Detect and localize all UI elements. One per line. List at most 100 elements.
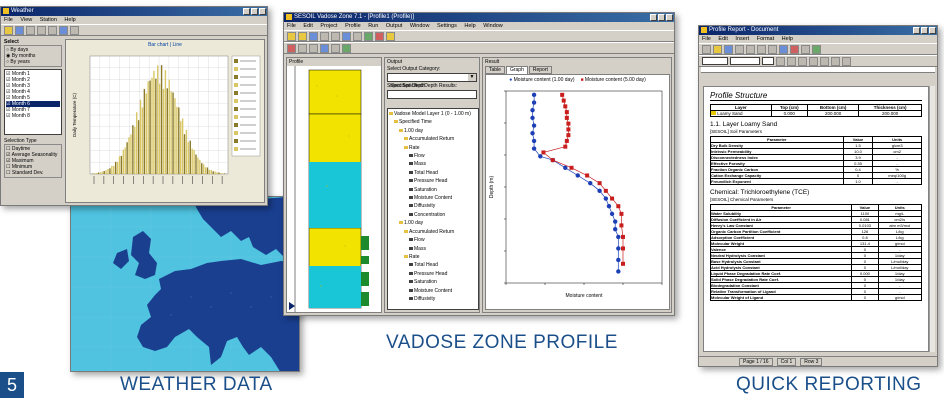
tab-report[interactable]: Report [528,66,552,74]
tree-item[interactable]: Pressure Head [389,270,477,278]
menu-file[interactable]: File [702,36,711,42]
tree-item[interactable]: Concentration [389,211,477,219]
properties-icon[interactable] [331,43,340,53]
maximize-button[interactable] [658,14,665,21]
copy-icon[interactable] [768,44,777,54]
minimize-button[interactable] [913,27,920,34]
report-icon[interactable] [386,31,395,41]
tree-item[interactable]: Accumulated Return [389,135,477,143]
close-button[interactable] [259,8,266,15]
help-icon[interactable] [70,25,79,35]
new-icon[interactable] [287,31,296,41]
tree-item[interactable]: 1.00 day [389,219,477,227]
print-icon[interactable] [735,44,744,54]
zoom-in-icon[interactable] [298,43,307,53]
tree-item[interactable]: Accumulated Return [389,228,477,236]
menu-help[interactable]: Help [64,17,75,23]
menu-output[interactable]: Output [386,23,403,29]
tree-item[interactable]: Diffusivity [389,295,477,303]
bold-icon[interactable] [776,56,785,66]
run-icon[interactable] [364,31,373,41]
depth-select[interactable] [387,90,477,99]
print-icon[interactable] [48,25,57,35]
option-years[interactable]: ○ By years [6,59,60,65]
menu-edit[interactable]: Edit [718,36,727,42]
menu-window-2[interactable]: Window [483,23,503,29]
align-right-icon[interactable] [831,56,840,66]
menu-profile[interactable]: Profile [345,23,361,29]
chemical-icon[interactable] [342,43,351,53]
vadose-titlebar[interactable]: SESOIL Vadose Zone 7.1 - [Profile1 (Prof… [284,13,674,22]
italic-icon[interactable] [787,56,796,66]
tree-item[interactable]: Moisture Content [389,287,477,295]
save-icon[interactable] [309,31,318,41]
tree-item[interactable]: Total Head [389,169,477,177]
tree-item[interactable]: Rate [389,253,477,261]
month-item[interactable]: ☑ Month 8 [6,113,60,119]
tree-item[interactable]: Saturation [389,278,477,286]
paste-icon[interactable] [342,31,351,41]
tree-item[interactable]: Total Head [389,261,477,269]
open-icon[interactable] [713,44,722,54]
vertical-scrollbar[interactable] [929,86,935,352]
tab-table[interactable]: Table [485,66,505,74]
output-tree[interactable]: Vadose Model Layer 1 (0 - 1.00 m) Specifi… [387,108,479,310]
cut-icon[interactable] [320,31,329,41]
tree-item[interactable]: Rate [389,144,477,152]
tree-item[interactable]: Mass [389,160,477,168]
menu-file[interactable]: File [287,23,296,29]
bullets-icon[interactable] [842,56,851,66]
align-left-icon[interactable] [809,56,818,66]
open-icon[interactable] [298,31,307,41]
weather-titlebar[interactable]: Weather [1,7,267,16]
size-select[interactable] [762,57,774,65]
tree-item[interactable]: Moisture Content [389,194,477,202]
chevron-down-icon[interactable]: ▼ [468,74,476,81]
font-select[interactable] [730,57,760,65]
preview-icon[interactable] [746,44,755,54]
undo-icon[interactable] [790,44,799,54]
menu-insert[interactable]: Insert [735,36,749,42]
menu-format[interactable]: Format [757,36,774,42]
maximize-button[interactable] [251,8,258,15]
new-icon[interactable] [702,44,711,54]
table-icon[interactable] [812,44,821,54]
redo-icon[interactable] [801,44,810,54]
tree-item[interactable]: Pressure Head [389,177,477,185]
zoom-out-icon[interactable] [309,43,318,53]
save-icon[interactable] [724,44,733,54]
menu-help[interactable]: Help [464,23,475,29]
minimize-button[interactable] [650,14,657,21]
tree-item[interactable]: Flow [389,236,477,244]
close-button[interactable] [929,27,936,34]
stop-icon[interactable] [375,31,384,41]
menu-project[interactable]: Project [320,23,337,29]
tree-item[interactable]: Specified Time [389,118,477,126]
style-select[interactable] [702,57,728,65]
output-category-select[interactable]: Specified Depth ▼ [387,73,477,89]
save-icon[interactable] [15,25,24,35]
open-icon[interactable] [4,25,13,35]
month-list[interactable]: ☑ Month 1 ☑ Month 2 ☑ Month 3 ☑ Month 4 … [4,69,62,135]
pan-icon[interactable] [37,25,46,35]
layer-icon[interactable] [287,43,296,53]
cut-icon[interactable] [757,44,766,54]
close-button[interactable] [666,14,673,21]
zoom-icon[interactable] [26,25,35,35]
align-center-icon[interactable] [820,56,829,66]
chart-icon[interactable] [59,25,68,35]
menu-settings[interactable]: Settings [437,23,457,29]
tree-item[interactable]: Diffusivity [389,202,477,210]
tab-graph[interactable]: Graph [505,66,528,74]
menu-view[interactable]: View [20,17,32,23]
tree-item[interactable]: Vadose Model Layer 1 (0 - 1.00 m) [389,110,477,118]
grid-icon[interactable] [320,43,329,53]
copy-icon[interactable] [331,31,340,41]
type-item[interactable]: ☐ Standard Dev. [6,170,60,176]
menu-edit[interactable]: Edit [303,23,312,29]
paste-icon[interactable] [779,44,788,54]
menu-station[interactable]: Station [40,17,57,23]
minimize-button[interactable] [243,8,250,15]
menu-file[interactable]: File [4,17,13,23]
menu-window[interactable]: Window [410,23,430,29]
